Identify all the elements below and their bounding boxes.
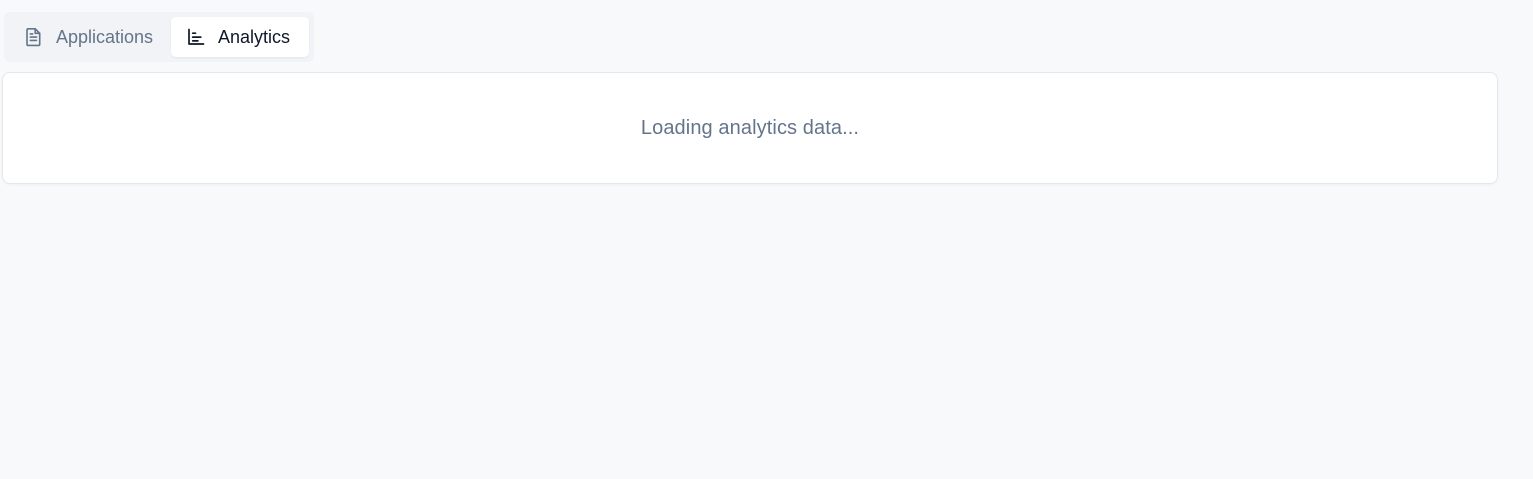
loading-message: Loading analytics data... [640,116,860,139]
tab-bar: Applications Analytics [4,12,314,62]
tab-applications[interactable]: Applications [9,17,171,57]
analytics-panel: Loading analytics data... [2,72,1498,184]
bar-chart-icon [185,26,207,48]
document-icon [23,26,45,48]
tab-applications-label: Applications [56,26,154,47]
tab-analytics[interactable]: Analytics [171,17,309,57]
page: Applications Analytics Loading analytics… [0,0,1533,479]
tab-analytics-label: Analytics [218,26,291,47]
